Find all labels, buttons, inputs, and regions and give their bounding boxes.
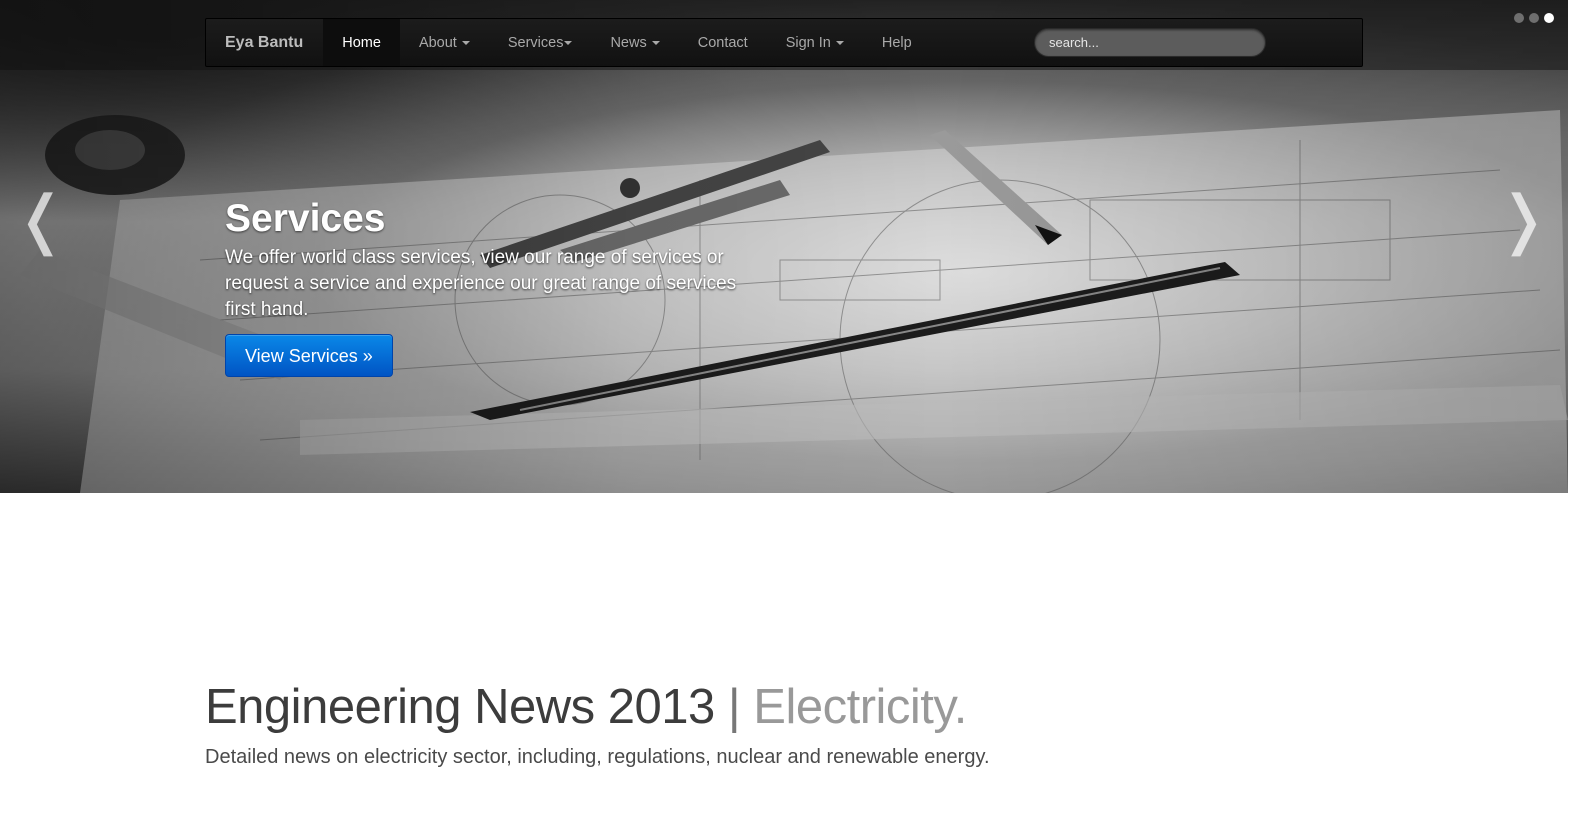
nav-item-contact[interactable]: Contact: [679, 19, 767, 66]
carousel-indicator-1[interactable]: [1514, 13, 1524, 23]
nav-item-sign-in[interactable]: Sign In: [767, 19, 863, 66]
nav-item-label: About: [418, 34, 457, 51]
chevron-right-icon[interactable]: ❭: [1496, 185, 1550, 255]
nav-item-label: Home: [342, 34, 381, 51]
nav-item-label: Contact: [697, 34, 748, 51]
nav-item-label: Services: [507, 34, 564, 51]
heading-muted: Electricity.: [753, 680, 967, 734]
section-lead: Detailed news on electricity sector, inc…: [205, 746, 990, 768]
heading-main: Engineering News 2013: [205, 680, 715, 734]
search-input[interactable]: [1034, 28, 1266, 57]
carousel-caption: Services We offer world class services, …: [225, 197, 765, 377]
nav-menu: Home About Services News Contact Sign In…: [323, 19, 930, 66]
brand-link[interactable]: Eya Bantu: [206, 19, 323, 66]
caret-down-icon: [835, 40, 844, 45]
nav-item-news[interactable]: News: [591, 19, 678, 66]
nav-item-label: Sign In: [785, 34, 831, 51]
view-services-button[interactable]: View Services »: [225, 334, 393, 377]
nav-item-label: Help: [881, 34, 912, 51]
section-heading: Engineering News 2013 | Electricity.: [205, 680, 1365, 734]
heading-separator: |: [727, 680, 741, 734]
navbar: Eya Bantu Home About Services News Conta…: [205, 18, 1363, 67]
nav-item-help[interactable]: Help: [863, 19, 931, 66]
chevron-left-icon[interactable]: ❬: [14, 185, 68, 255]
caret-down-icon: [564, 40, 573, 45]
news-section: Engineering News 2013 | Electricity. Det…: [205, 680, 1365, 770]
caption-text: We offer world class services, view our …: [225, 247, 737, 320]
carousel-indicator-3[interactable]: [1544, 13, 1554, 23]
caret-down-icon: [461, 40, 470, 45]
nav-item-about[interactable]: About: [400, 19, 489, 66]
caption-title: Services: [225, 197, 386, 240]
nav-item-home[interactable]: Home: [323, 19, 400, 66]
carousel-indicators: [1514, 13, 1554, 23]
hero-carousel: ❬ ❭ Services We offer world class servic…: [0, 0, 1568, 493]
carousel-indicator-2[interactable]: [1529, 13, 1539, 23]
nav-item-services[interactable]: Services: [489, 19, 592, 66]
caret-down-icon: [651, 40, 660, 45]
nav-item-label: News: [610, 34, 647, 51]
